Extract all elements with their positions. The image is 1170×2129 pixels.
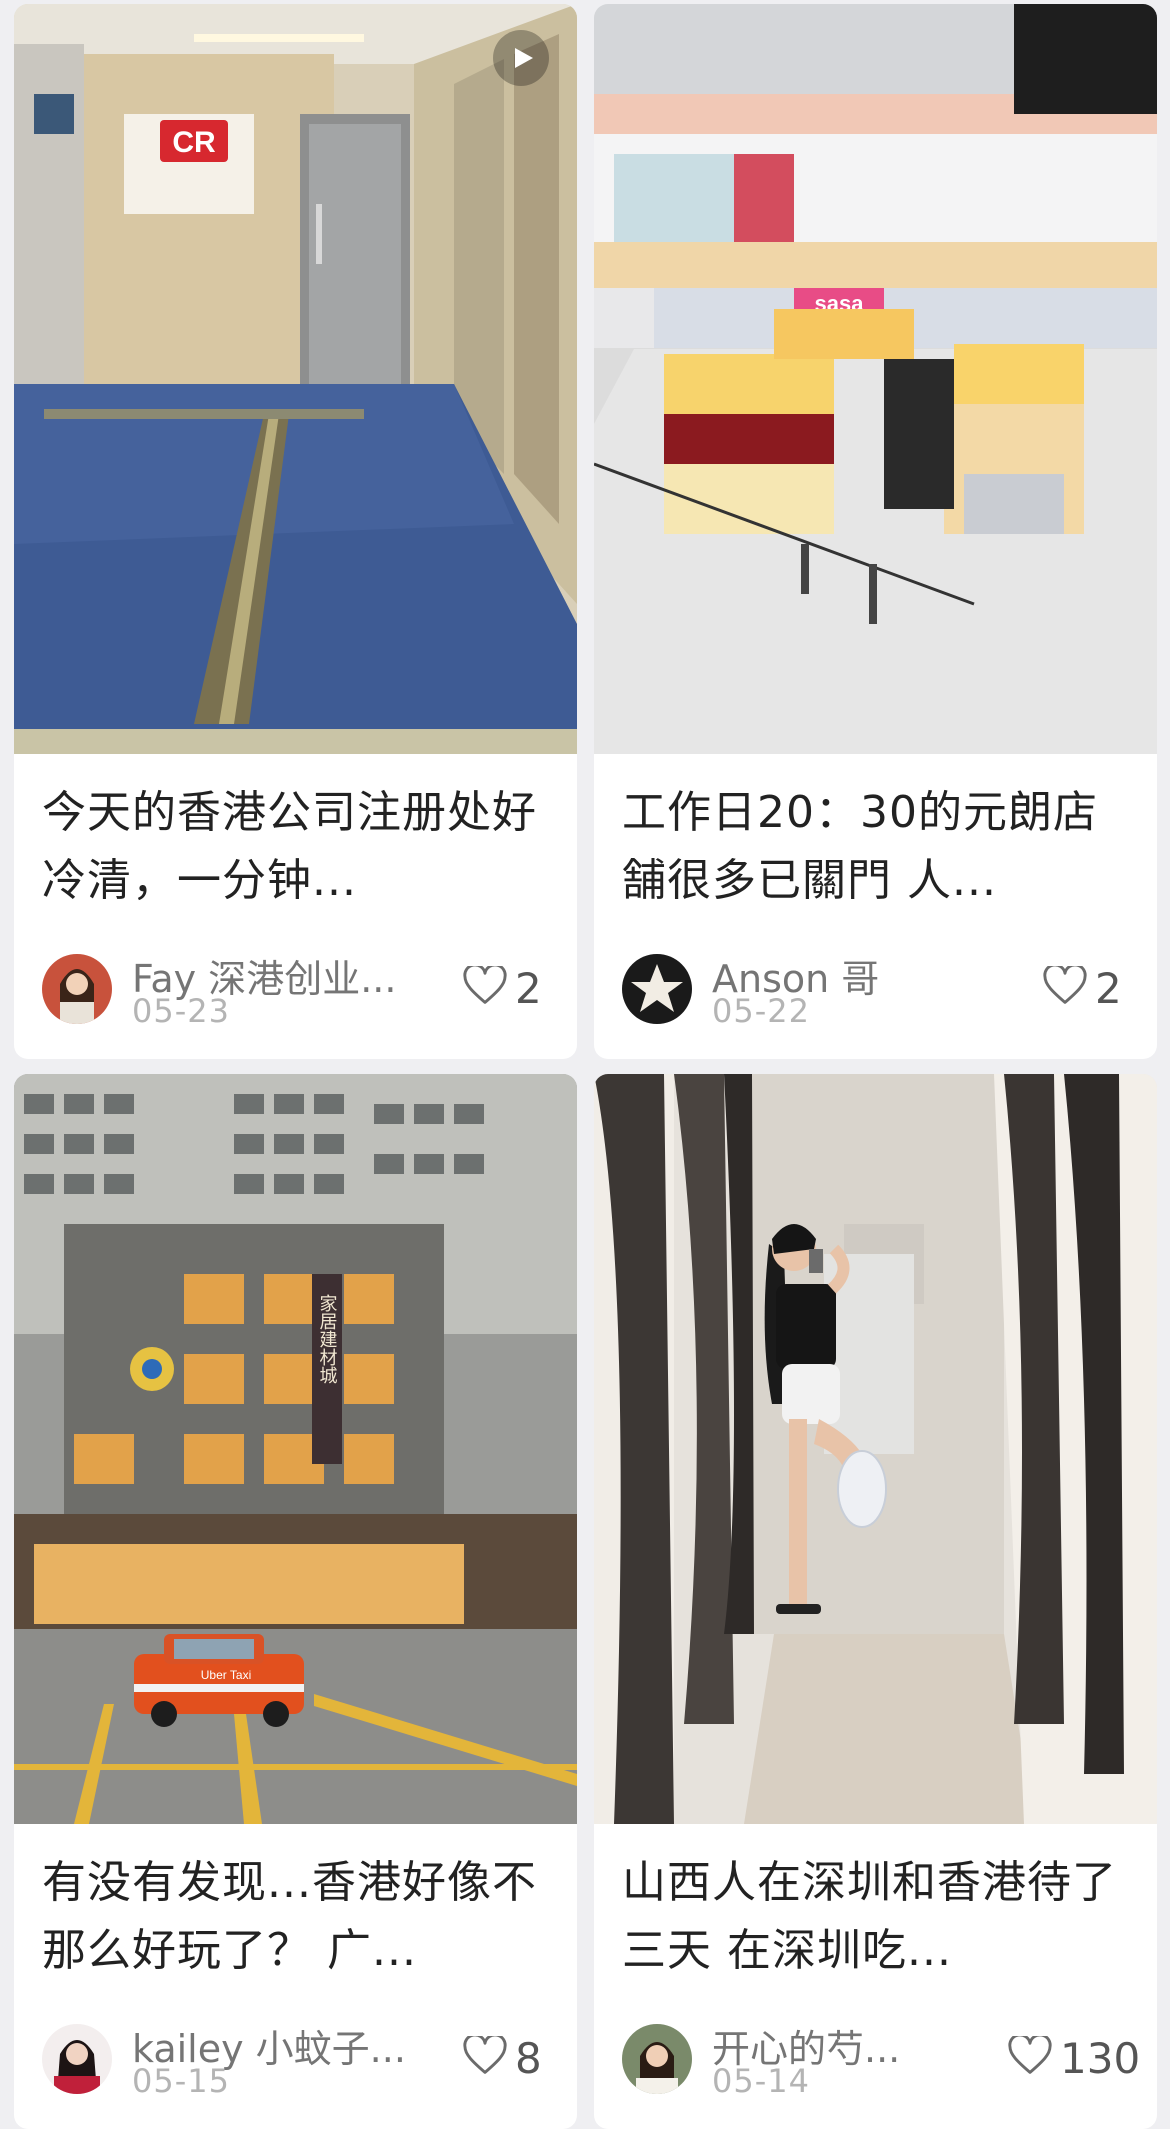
post-date: 05-22 — [712, 992, 810, 1030]
post-title[interactable]: 工作日20：30的元朗店舗很多已關門 人... — [594, 779, 1157, 915]
post-date: 05-15 — [132, 2062, 230, 2100]
heart-outline-icon — [463, 966, 507, 1004]
play-icon — [515, 48, 533, 68]
feed-card[interactable]: 家居建材城 Uber Taxi 有没有发现...香港好像不那么好玩了？ 广... — [14, 1074, 577, 2129]
registry-sign-text: CR — [172, 126, 216, 159]
post-meta: kailey 小蚊子... 05-15 8 — [42, 2024, 553, 2104]
like-count: 2 — [515, 964, 542, 1013]
post-image[interactable]: 家居建材城 Uber Taxi — [14, 1074, 577, 1824]
like-count: 130 — [1060, 2034, 1141, 2083]
post-title[interactable]: 有没有发现...香港好像不那么好玩了？ 广... — [14, 1849, 577, 1985]
video-badge — [493, 30, 549, 86]
feed-card[interactable]: CR 今天的香港公司注册处好冷清，一分钟... Fay 深港创业... 05-2… — [14, 4, 577, 1059]
post-title[interactable]: 今天的香港公司注册处好冷清，一分钟... — [14, 779, 577, 915]
like-button[interactable]: 2 — [1043, 964, 1133, 1014]
taxi-text: Uber Taxi — [201, 1668, 251, 1682]
building-sign-text: 家居建材城 — [317, 1294, 338, 1384]
post-meta: Fay 深港创业... 05-23 2 — [42, 954, 553, 1034]
heart-outline-icon — [1043, 966, 1087, 1004]
feed-card[interactable]: 山西人在深圳和香港待了三天 在深圳吃... 开心的芍... 05-14 130 — [594, 1074, 1157, 2129]
like-button[interactable]: 130 — [1008, 2034, 1140, 2084]
post-date: 05-14 — [712, 2062, 810, 2100]
feed-card[interactable]: sasa 工作日20：30的元朗店舗很多已關門 人... Anson 哥 05-… — [594, 4, 1157, 1059]
post-image[interactable] — [594, 1074, 1157, 1824]
post-image[interactable]: CR — [14, 4, 577, 754]
post-title[interactable]: 山西人在深圳和香港待了三天 在深圳吃... — [594, 1849, 1157, 1985]
avatar[interactable] — [42, 2024, 112, 2094]
like-count: 8 — [515, 2034, 542, 2083]
post-meta: Anson 哥 05-22 2 — [622, 954, 1133, 1034]
like-button[interactable]: 8 — [463, 2034, 553, 2084]
post-meta: 开心的芍... 05-14 130 — [622, 2024, 1140, 2104]
like-button[interactable]: 2 — [463, 964, 553, 1014]
avatar[interactable] — [622, 954, 692, 1024]
heart-outline-icon — [1008, 2036, 1052, 2074]
avatar[interactable] — [42, 954, 112, 1024]
like-count: 2 — [1095, 964, 1122, 1013]
heart-outline-icon — [463, 2036, 507, 2074]
post-image[interactable]: sasa — [594, 4, 1157, 754]
avatar[interactable] — [622, 2024, 692, 2094]
post-date: 05-23 — [132, 992, 230, 1030]
